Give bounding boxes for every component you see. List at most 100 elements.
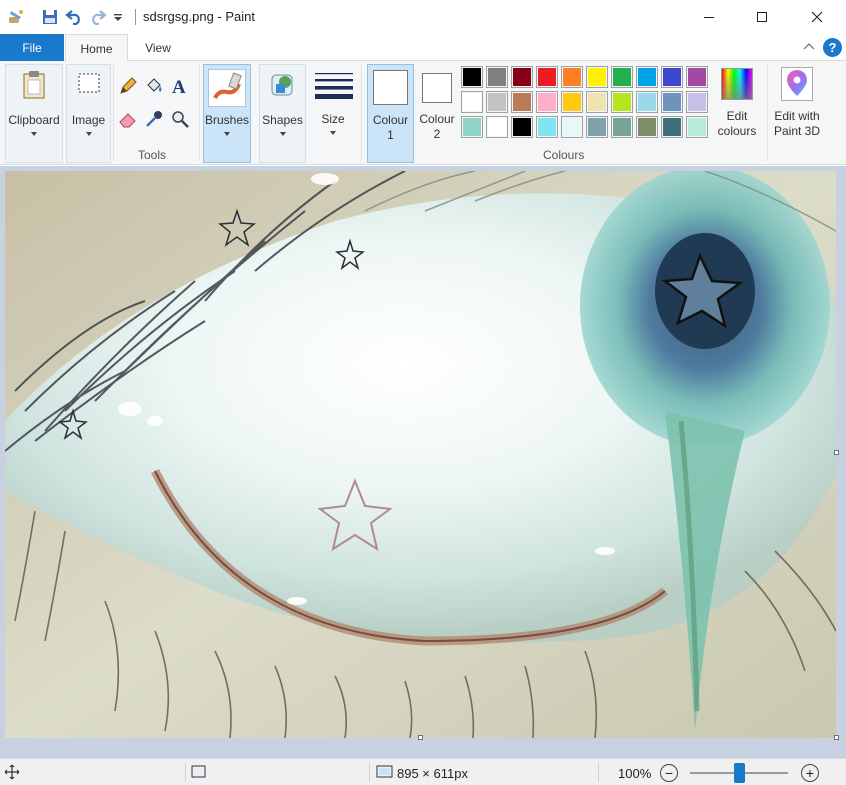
tab-file[interactable]: File [0,34,64,61]
clipboard-button[interactable]: Clipboard [5,64,63,163]
palette-swatch[interactable] [561,116,583,138]
palette-swatch[interactable] [686,116,708,138]
edit-colours-label: Edit [726,109,748,123]
colour-1-button[interactable]: Colour 1 [367,64,414,163]
palette-swatch[interactable] [561,91,583,113]
close-button[interactable] [794,0,840,34]
palette-swatch-fill [488,93,506,111]
dropdown-arrow-icon[interactable] [108,7,128,27]
magnifier-icon[interactable] [169,108,191,130]
tab-view[interactable]: View [132,34,184,61]
tab-home[interactable]: Home [65,34,128,62]
palette-swatch-fill [638,93,656,111]
palette-swatch[interactable] [561,66,583,88]
palette-swatch[interactable] [486,66,508,88]
brushes-button[interactable]: Brushes [203,64,251,163]
palette-swatch-fill [563,118,581,136]
resize-handle-corner[interactable] [834,735,839,740]
maximize-icon [757,12,767,22]
pencil-icon[interactable] [117,75,139,97]
palette-swatch[interactable] [611,66,633,88]
palette-swatch-fill [513,93,531,111]
edit-colours-button[interactable]: Edit colours [714,64,762,144]
palette-swatch[interactable] [461,116,483,138]
zoom-slider-track[interactable] [690,763,788,783]
zoom-in-button[interactable]: + [801,764,819,782]
collapse-ribbon-icon[interactable] [802,40,816,54]
line-size-icon [314,71,354,104]
image-label: Image [71,113,106,127]
palette-swatch[interactable] [686,91,708,113]
chevron-down-icon [86,132,92,136]
edit-colours-label-2: colours [717,124,757,138]
drawing-canvas[interactable] [5,171,836,738]
maximize-button[interactable] [739,0,785,34]
edit-with-paint-3d-button[interactable]: Edit with Paint 3D [770,64,824,144]
help-button[interactable]: ? [823,38,842,57]
paint-app-icon[interactable] [6,7,26,27]
palette-swatch[interactable] [636,91,658,113]
palette-swatch-fill [688,93,706,111]
resize-handle-bottom[interactable] [418,735,423,740]
colour-1-label: Colour [372,113,409,127]
window-title: sdsrgsg.png - Paint [143,9,256,24]
palette-swatch-fill [538,118,556,136]
palette-swatch[interactable] [586,116,608,138]
palette-swatch[interactable] [611,116,633,138]
clipboard-label: Clipboard [8,113,60,127]
eraser-icon[interactable] [117,108,139,130]
palette-swatch[interactable] [636,66,658,88]
fill-bucket-icon[interactable] [143,75,165,97]
colour-1-fill [375,72,406,103]
palette-swatch[interactable] [511,91,533,113]
zoom-out-button[interactable]: − [660,764,678,782]
palette-swatch-fill [613,68,631,86]
palette-swatch[interactable] [486,116,508,138]
palette-swatch-fill [688,68,706,86]
colour-picker-icon[interactable] [143,108,165,130]
palette-swatch-fill [663,68,681,86]
colours-group-label: Colours [543,148,585,162]
palette-swatch[interactable] [661,91,683,113]
size-button[interactable]: Size [311,64,357,163]
palette-swatch[interactable] [511,66,533,88]
colour-spectrum-icon [721,68,753,100]
palette-swatch-fill [663,93,681,111]
palette-swatch[interactable] [536,66,558,88]
palette-swatch[interactable] [461,91,483,113]
eye-painting [5,171,836,738]
shapes-label: Shapes [262,113,303,127]
palette-swatch[interactable] [536,91,558,113]
palette-swatch[interactable] [661,116,683,138]
resize-handle-right[interactable] [834,450,839,455]
zoom-slider-thumb[interactable] [733,763,745,783]
text-icon[interactable]: A [169,75,191,97]
undo-icon[interactable] [64,7,84,27]
palette-swatch[interactable] [661,66,683,88]
palette-swatch[interactable] [586,91,608,113]
divider [361,65,362,161]
palette-swatch[interactable] [536,116,558,138]
size-label: Size [321,112,345,126]
clipboard-icon [20,70,48,103]
shapes-icon [270,71,296,102]
minimize-button[interactable] [686,0,732,34]
shapes-button[interactable]: Shapes [259,64,306,163]
close-icon [811,11,823,23]
save-icon[interactable] [40,7,60,27]
ribbon-home: Clipboard Image A Tools Brushes Shapes S… [0,61,846,165]
palette-swatch[interactable] [586,66,608,88]
image-button[interactable]: Image [66,64,111,163]
palette-swatch[interactable] [636,116,658,138]
palette-swatch[interactable] [461,66,483,88]
move-cursor-icon [4,764,20,783]
palette-swatch[interactable] [486,91,508,113]
divider [113,65,114,161]
ribbon-tabs: File Home View ? [0,34,846,62]
palette-swatch[interactable] [686,66,708,88]
palette-swatch[interactable] [511,116,533,138]
palette-swatch[interactable] [611,91,633,113]
redo-icon[interactable] [88,7,108,27]
colour-2-button[interactable]: Colour 2 [417,64,457,163]
palette-swatch-fill [488,68,506,86]
